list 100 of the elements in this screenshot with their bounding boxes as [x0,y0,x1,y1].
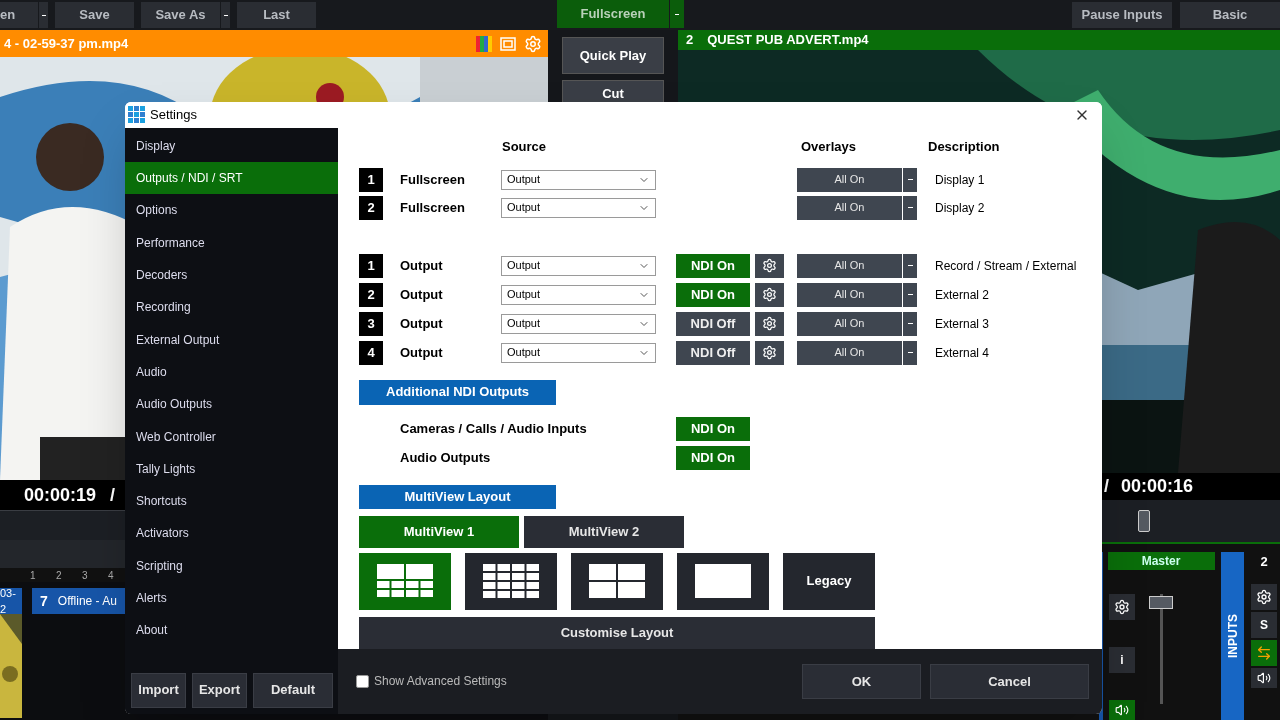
input-tab[interactable]: 1 [30,568,42,582]
settings-button[interactable] [755,282,784,307]
overlays-caret-icon[interactable] [903,340,917,365]
toolbar-button[interactable]: Basic [1180,2,1280,28]
overlays-caret-icon[interactable] [903,282,917,307]
solo-button[interactable]: S [1251,612,1277,638]
nav-item[interactable]: Audio [125,355,338,389]
volume-fader[interactable] [1147,594,1175,704]
program-number: 2 [686,31,694,50]
nav-item[interactable]: Web Controller [125,420,338,453]
source-dropdown[interactable]: Output [501,284,656,305]
quick-play-button[interactable]: Quick Play [562,37,664,74]
overlays-caret-icon[interactable] [903,253,917,278]
nav-item[interactable]: Options [125,194,338,227]
input-tab[interactable]: 3 [82,568,94,582]
dropdown-value: Output [507,258,541,274]
overlays-button[interactable]: All On [797,195,902,220]
description-text: External 2 [935,286,990,304]
inputs-tab[interactable]: INPUTS [1221,552,1244,720]
ok-button[interactable]: OK [802,663,921,699]
overlays-caret-icon[interactable] [903,195,917,220]
layout-option[interactable] [359,552,451,610]
ndi-toggle[interactable]: NDI On [676,253,750,278]
fullscreen-button[interactable]: Fullscreen [557,0,669,28]
input-tile[interactable]: 03-2 [0,588,22,614]
toolbar-button[interactable]: en [0,2,38,28]
cancel-button[interactable]: Cancel [930,663,1089,699]
layout-option[interactable]: Legacy [783,552,875,610]
speaker-icon [1257,671,1271,685]
toolbar-button[interactable]: Pause Inputs [1072,2,1172,28]
nav-item[interactable]: Decoders [125,258,338,292]
multiview-tab[interactable]: MultiView 2 [524,515,684,548]
speaker-button[interactable] [1109,700,1135,720]
column-header: Overlays [801,137,857,155]
input-tab[interactable]: 4 [108,568,120,582]
column-header: Source [502,137,548,155]
source-dropdown[interactable]: Output [501,342,656,363]
multiview-tab[interactable]: MultiView 1 [359,515,519,548]
input-tab[interactable]: 2 [56,568,68,582]
color-bars-icon[interactable] [476,35,492,52]
nav-item[interactable]: Performance [125,226,338,259]
layout-option[interactable] [677,552,769,610]
toolbar-button[interactable]: Save [55,2,134,28]
info-button[interactable]: i [1109,647,1135,673]
nav-item[interactable]: Outputs / NDI / SRT [125,162,338,195]
nav-item[interactable]: Tally Lights [125,452,338,485]
footer-button[interactable]: Import [131,672,186,708]
nav-item[interactable]: About [125,614,338,647]
nav-item[interactable]: Scripting [125,549,338,582]
footer-button[interactable]: Default [253,672,333,708]
speaker-button[interactable] [1251,668,1277,688]
toolbar-button[interactable]: Last [237,2,316,28]
layout-grid-icon [377,564,433,599]
row-label: Cameras / Calls / Audio Inputs [400,419,588,438]
nav-item[interactable]: External Output [125,323,338,356]
settings-button[interactable] [755,253,784,278]
settings-button[interactable] [755,311,784,336]
ndi-toggle[interactable]: NDI Off [676,311,750,336]
row-label: Fullscreen [400,170,467,189]
row-number: 4 [359,340,383,365]
settings-button[interactable] [1251,584,1277,610]
source-dropdown[interactable]: Output [501,197,656,218]
customise-layout-button[interactable]: Customise Layout [359,616,875,649]
advanced-checkbox[interactable] [356,674,369,688]
overlays-button[interactable]: All On [797,282,902,307]
scrub-handle[interactable] [1138,509,1150,532]
time-separator: / [1104,474,1109,498]
nav-item[interactable]: Audio Outputs [125,388,338,421]
nav-item[interactable]: Shortcuts [125,485,338,518]
input-name: Offline - Au [57,593,117,610]
overlays-button[interactable]: All On [797,340,902,365]
time-separator: / [110,483,116,507]
nav-item[interactable]: Recording [125,291,338,324]
source-dropdown[interactable]: Output [501,313,656,334]
overlays-button[interactable]: All On [797,311,902,336]
gear-icon [1256,589,1272,605]
row-label: Audio Outputs [400,448,492,467]
overlays-caret-icon[interactable] [903,311,917,336]
settings-button[interactable] [755,340,784,365]
footer-button[interactable]: Export [192,672,247,708]
overlays-button[interactable]: All On [797,253,902,278]
ndi-toggle[interactable]: NDI On [676,445,750,470]
swap-arrows-icon [1256,645,1272,661]
ndi-toggle[interactable]: NDI On [676,416,750,441]
layout-option[interactable] [571,552,663,610]
dropdown-value: Output [507,200,541,216]
layout-option[interactable] [465,552,557,610]
overlays-caret-icon[interactable] [903,167,917,192]
toolbar-button[interactable]: Save As [141,2,220,28]
description-text: Record / Stream / External [935,257,1077,275]
nav-item[interactable]: Activators [125,517,338,550]
overlays-button[interactable]: All On [797,167,902,192]
window-title: Settings [150,106,198,125]
ndi-toggle[interactable]: NDI Off [676,340,750,365]
nav-item[interactable]: Display [125,129,338,162]
row-number: 3 [359,311,383,336]
settings-button[interactable] [1109,594,1135,620]
source-dropdown[interactable]: Output [501,255,656,276]
ndi-toggle[interactable]: NDI On [676,282,750,307]
source-dropdown[interactable]: Output [501,169,656,190]
